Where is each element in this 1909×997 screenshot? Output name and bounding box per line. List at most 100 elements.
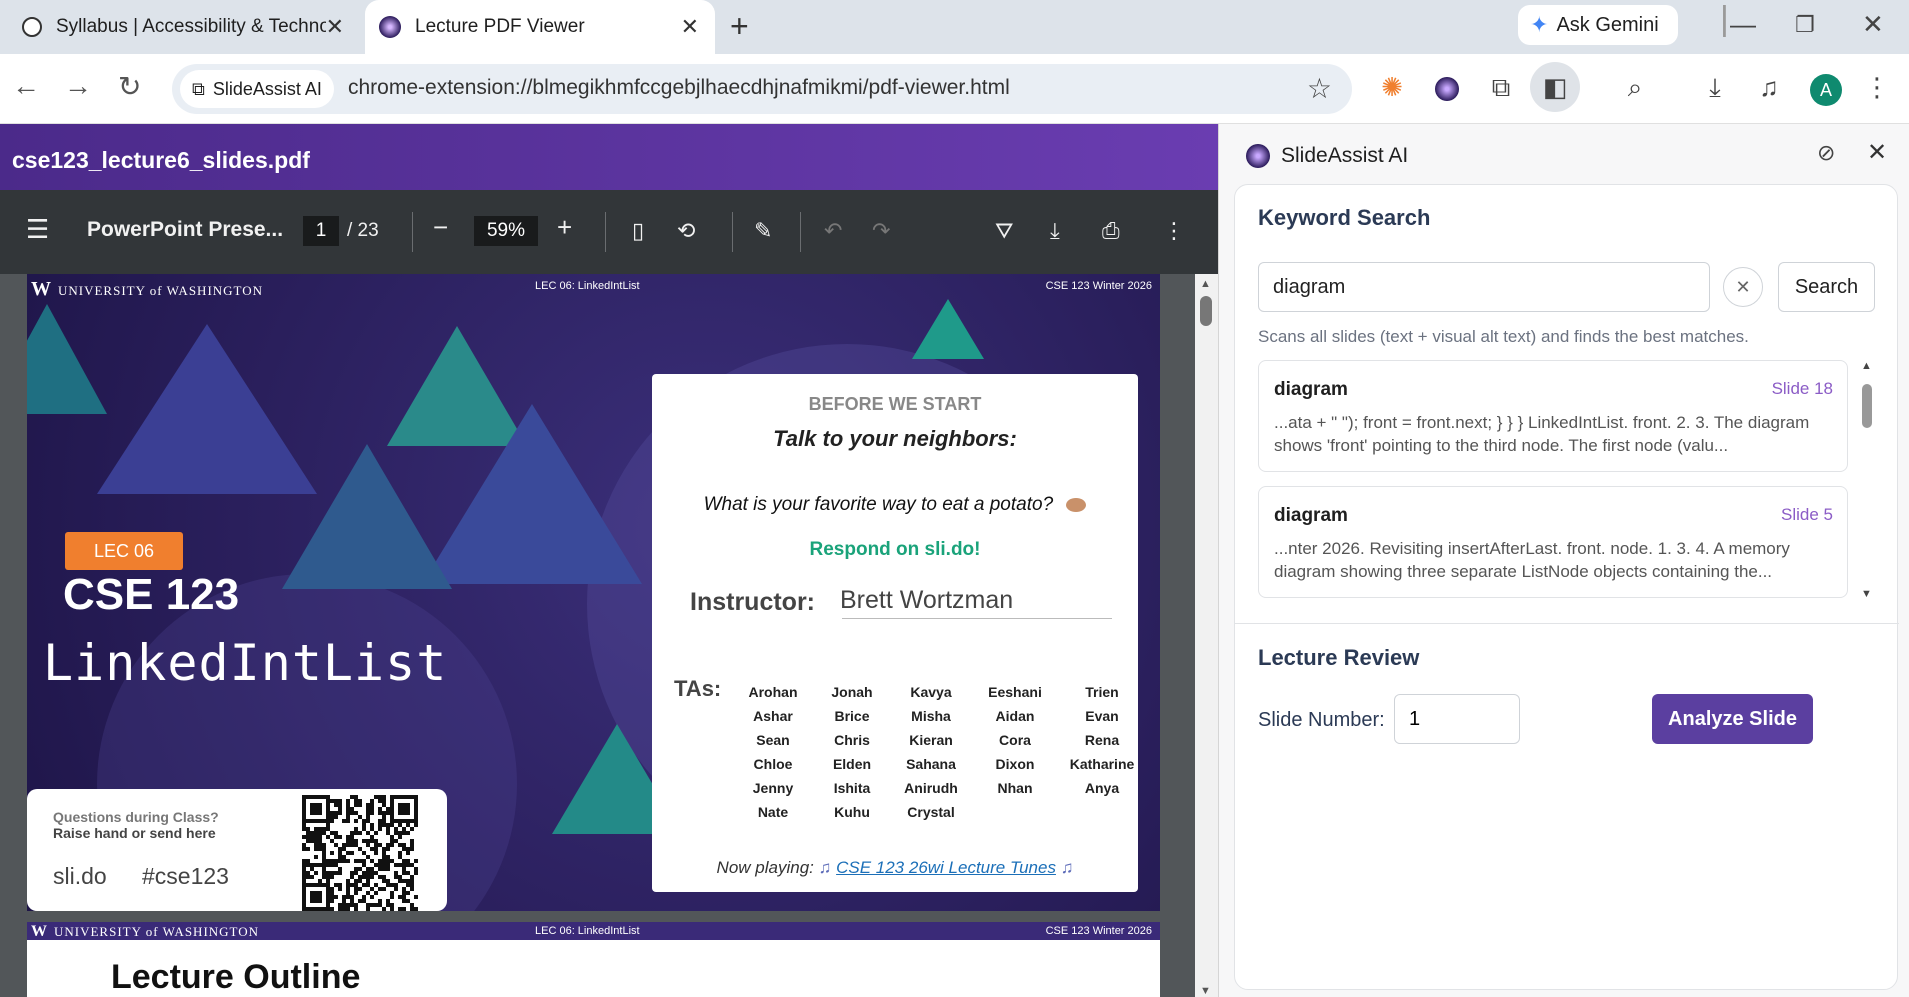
result-item[interactable]: diagram Slide 5 ...nter 2026. Revisiting… — [1258, 486, 1848, 598]
download-icon[interactable]: ⤓ — [1698, 70, 1732, 104]
instructor-name: Brett Wortzman — [840, 586, 1014, 614]
browser-toolbar: ← → ↻ ⧉ SlideAssist AI chrome-extension:… — [0, 54, 1909, 124]
respond-on-slido: Respond on sli.do! — [809, 539, 981, 560]
uw-logo: W — [31, 278, 52, 300]
search-button[interactable]: Search — [1778, 262, 1875, 312]
gemini-sparkle-icon: ✦ — [1530, 12, 1549, 37]
pdf-toolbar: ☰ PowerPoint Prese... 1 / 23 − 59% + ▯ ⟲… — [0, 190, 1218, 274]
ta-name: Nate — [757, 804, 789, 820]
zoom-out-icon[interactable]: − — [433, 212, 448, 243]
ta-grid: Arohan Jonah Kavya Eeshani Trien Ashar Brice Mi… — [732, 684, 1135, 820]
forward-icon[interactable]: → — [64, 70, 92, 102]
ta-name: Chris — [834, 732, 870, 748]
tab-syllabus[interactable]: Syllabus | Accessibility & Techno ✕ — [0, 0, 360, 54]
slide-number-input[interactable] — [1394, 694, 1520, 744]
address-bar[interactable]: ⧉ SlideAssist AI chrome-extension://blme… — [172, 64, 1352, 114]
tab-title: Syllabus | Accessibility & Techno — [56, 16, 326, 37]
pdf-viewer: cse123_lecture6_slides.pdf ☰ PowerPoint … — [0, 124, 1218, 997]
slide-number-label: Slide Number: — [1258, 709, 1385, 731]
lecture-tunes-link[interactable]: CSE 123 26wi Lecture Tunes — [836, 858, 1056, 877]
bookmark-star-icon[interactable]: ☆ — [1307, 72, 1332, 105]
lecture-badge: LEC 06 — [65, 532, 183, 570]
zoom-input[interactable]: 59% — [474, 216, 538, 246]
ta-name: Brice — [834, 708, 870, 724]
rotate-icon[interactable]: ⟲ — [677, 218, 695, 244]
close-panel-icon[interactable]: ✕ — [1867, 138, 1887, 167]
chrome-menu-icon[interactable]: ⋮ — [1860, 70, 1894, 104]
questions-line1: Questions during Class? — [53, 809, 219, 825]
tab-lecture-pdf-viewer[interactable]: Lecture PDF Viewer ✕ — [365, 0, 715, 54]
keyword-search-heading: Keyword Search — [1258, 205, 1431, 230]
zoom-in-icon[interactable]: + — [557, 212, 572, 243]
ta-name: Elden — [832, 756, 872, 772]
scroll-down-icon[interactable]: ▼ — [1861, 588, 1872, 600]
profile-avatar[interactable]: A — [1810, 74, 1842, 106]
slide-2-title: Lecture Outline — [111, 958, 361, 996]
extension-chip[interactable]: ⧉ SlideAssist AI — [180, 70, 334, 108]
scroll-up-icon[interactable]: ▲ — [1861, 360, 1872, 372]
result-slide[interactable]: Slide 18 — [1772, 379, 1833, 399]
uw-name: UNIVERSITY of WASHINGTON — [54, 924, 260, 939]
scroll-thumb[interactable] — [1200, 296, 1212, 326]
page-number-input[interactable]: 1 — [303, 216, 339, 246]
more-options-icon[interactable]: ⋮ — [1163, 218, 1185, 244]
print-icon[interactable]: ⎙ — [1102, 218, 1120, 244]
hamburger-menu-icon[interactable]: ☰ — [26, 214, 49, 245]
save-to-drive-icon[interactable]: ⛛ — [995, 218, 1013, 244]
pdf-download-icon[interactable]: ⤓ — [1050, 218, 1060, 244]
restore-icon[interactable]: ❐ — [1795, 12, 1815, 38]
tab-search-icon[interactable]: ⌕ — [1618, 70, 1652, 104]
slideassist-panel: Keyword Search ✕ Search Scans all slides… — [1234, 184, 1899, 990]
uw-name: UNIVERSITY of WASHINGTON — [58, 283, 264, 298]
redo-icon[interactable]: ↷ — [872, 218, 890, 244]
music-note-icon: ♫ — [1060, 858, 1074, 877]
close-tab-icon[interactable]: ✕ — [326, 14, 344, 40]
extension-orange-icon[interactable]: ✺ — [1375, 70, 1409, 104]
scroll-thumb[interactable] — [1862, 384, 1872, 428]
url-text[interactable]: chrome-extension://blmegikhmfccgebjlhaec… — [348, 76, 1010, 100]
decorative-triangle — [422, 404, 642, 584]
side-panel-header: SlideAssist AI ⊘ ✕ — [1219, 124, 1909, 184]
scroll-down-icon[interactable]: ▼ — [1200, 985, 1211, 997]
scroll-up-icon[interactable]: ▲ — [1200, 278, 1211, 290]
extension-chip-label: SlideAssist AI — [212, 78, 322, 99]
back-icon[interactable]: ← — [12, 70, 40, 102]
uw-header: W UNIVERSITY of WASHINGTON — [31, 923, 259, 941]
ask-gemini-button[interactable]: ✦ Ask Gemini — [1518, 5, 1678, 45]
ta-name: Trien — [1085, 684, 1119, 700]
ta-name: Eeshani — [988, 684, 1042, 700]
slide-2-header: W UNIVERSITY of WASHINGTON LEC 06: Linked… — [27, 922, 1160, 940]
now-playing: Now playing: ♫ CSE 123 26wi Lecture Tune… — [652, 858, 1138, 878]
result-slide[interactable]: Slide 5 — [1781, 505, 1833, 525]
undo-icon[interactable]: ↶ — [824, 218, 842, 244]
slideassist-extension-icon[interactable] — [1430, 70, 1464, 104]
reload-icon[interactable]: ↻ — [118, 70, 141, 103]
extensions-puzzle-icon[interactable]: ⧉ — [1484, 70, 1518, 104]
talk-to-neighbors: Talk to your neighbors: — [773, 426, 1017, 451]
toolbar-separator — [800, 212, 801, 252]
decorative-triangle — [912, 299, 984, 359]
unpin-icon[interactable]: ⊘ — [1817, 140, 1835, 166]
analyze-slide-button[interactable]: Analyze Slide — [1652, 694, 1813, 744]
slide-2: W UNIVERSITY of WASHINGTON LEC 06: Linked… — [27, 922, 1160, 997]
annotate-pen-icon[interactable]: ✎ — [754, 218, 772, 244]
slideassist-icon — [379, 16, 401, 38]
new-tab-button[interactable]: + — [730, 8, 749, 45]
results-scrollbar[interactable]: ▲ ▼ — [1860, 360, 1874, 600]
minimize-icon[interactable]: — — [1730, 9, 1756, 40]
before-we-start-card: BEFORE WE START Talk to your neighbors: … — [652, 374, 1138, 892]
fit-to-page-icon[interactable]: ▯ — [632, 218, 644, 244]
media-controls-icon[interactable]: ♫ — [1752, 70, 1786, 104]
instructor-underline — [842, 618, 1112, 619]
pdf-scrollbar[interactable]: ▲ ▼ — [1195, 274, 1218, 997]
clear-search-button[interactable]: ✕ — [1723, 267, 1763, 307]
keyword-search-input[interactable] — [1258, 262, 1710, 312]
before-we-start: BEFORE WE START — [808, 394, 982, 414]
ta-name: Misha — [911, 708, 951, 724]
window-close-icon[interactable]: ✕ — [1862, 9, 1884, 40]
slide-header-title: LEC 06: LinkedIntList — [535, 280, 640, 292]
result-item[interactable]: diagram Slide 18 ...ata + " "); front = … — [1258, 360, 1848, 472]
close-tab-icon[interactable]: ✕ — [681, 14, 699, 40]
side-panel-icon[interactable]: ◧ — [1530, 62, 1580, 112]
ta-name: Dixon — [995, 756, 1035, 772]
